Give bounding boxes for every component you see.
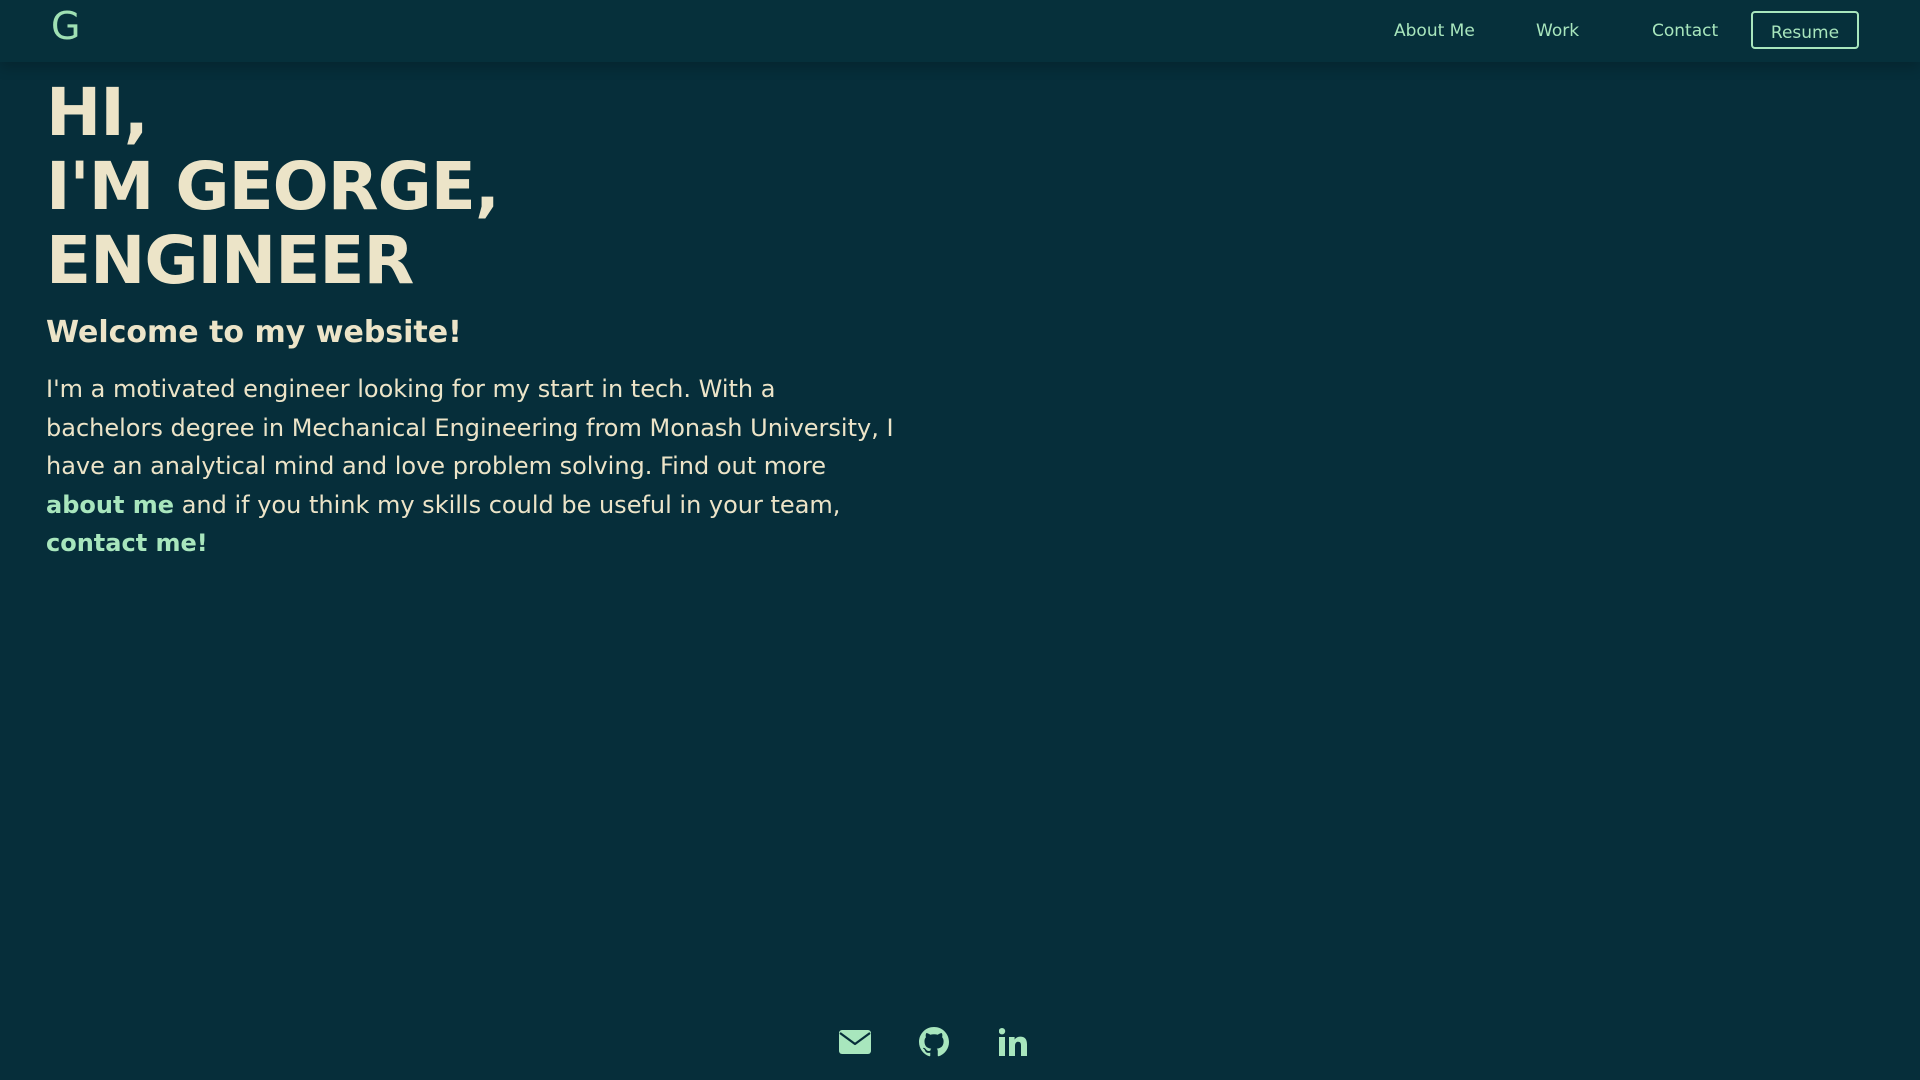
contact-me-link[interactable]: contact me!: [46, 529, 208, 557]
nav-contact[interactable]: Contact: [1652, 20, 1718, 42]
email-link[interactable]: [838, 1025, 872, 1059]
hero-line-2: I'M GEORGE,: [46, 148, 500, 225]
about-me-link[interactable]: about me: [46, 491, 174, 519]
intro-paragraph: I'm a motivated engineer looking for my …: [46, 370, 896, 563]
resume-button[interactable]: Resume: [1751, 11, 1859, 49]
hero-line-3: ENGINEER: [46, 222, 414, 299]
hero-line-1: HI,: [46, 74, 149, 151]
github-link[interactable]: [917, 1025, 951, 1059]
social-links: [838, 1024, 1030, 1060]
hero-heading: HI, I'M GEORGE, ENGINEER: [46, 76, 906, 298]
intro-text-1: I'm a motivated engineer looking for my …: [46, 375, 894, 480]
linkedin-icon: [999, 1028, 1027, 1056]
logo-link[interactable]: G: [51, 5, 80, 47]
nav-about-me[interactable]: About Me: [1394, 20, 1475, 42]
welcome-heading: Welcome to my website!: [46, 315, 462, 350]
linkedin-link[interactable]: [996, 1025, 1030, 1059]
intro-text-2: and if you think my skills could be usef…: [174, 490, 841, 519]
navbar: G About Me Work Contact Resume: [0, 0, 1920, 62]
envelope-icon: [839, 1030, 871, 1054]
nav-work[interactable]: Work: [1536, 20, 1579, 42]
hero-section: HI, I'M GEORGE, ENGINEER Welcome to my w…: [46, 76, 906, 563]
github-icon: [919, 1027, 949, 1057]
